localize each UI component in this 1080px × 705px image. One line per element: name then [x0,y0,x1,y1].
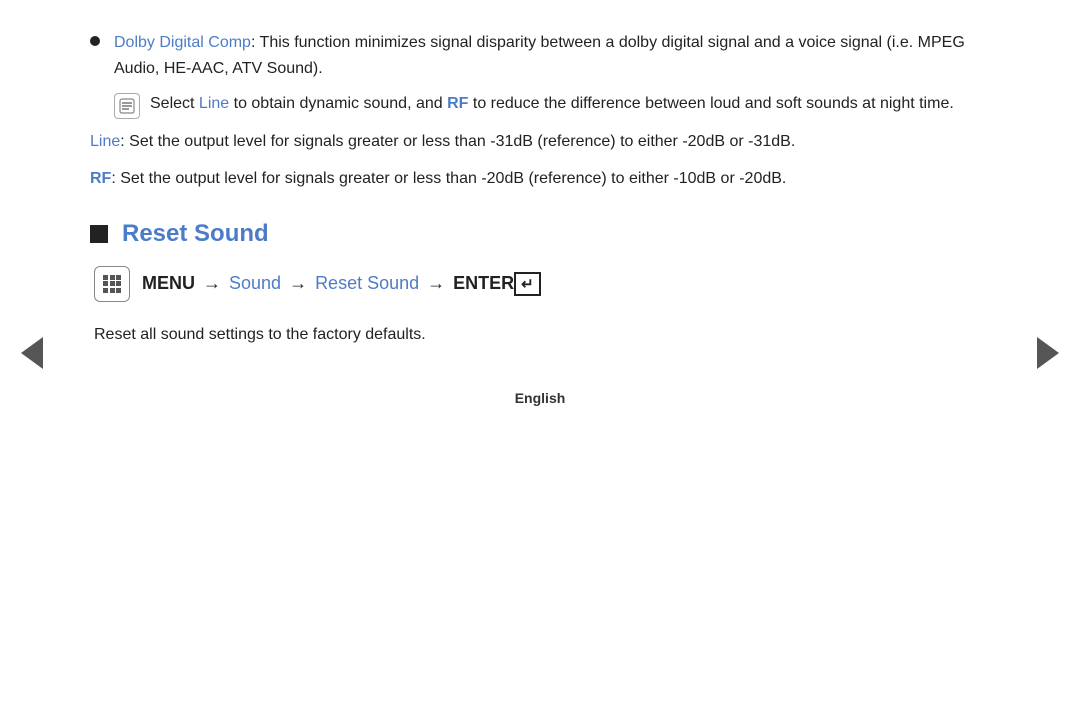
dolby-term: Dolby Digital Comp [114,34,251,51]
rf-label: RF [90,170,111,187]
reset-description: Reset all sound settings to the factory … [94,322,990,348]
bullet-dot [90,36,100,46]
note-block: Select Line to obtain dynamic sound, and… [114,91,990,119]
bullet-item: Dolby Digital Comp: This function minimi… [90,30,990,81]
enter-box: ↵ [514,272,541,296]
rf-info-paragraph: RF: Set the output level for signals gre… [90,166,990,192]
enter-label: ENTER↵ [453,272,541,296]
line-text: : Set the output level for signals great… [120,133,795,150]
section-square-icon [90,225,108,243]
menu-arrow-3: → [427,273,445,294]
menu-grid-icon [103,275,121,293]
note-middle: to obtain dynamic sound, and [229,95,447,112]
footer: English [0,378,1080,424]
note-end: to reduce the difference between loud an… [468,95,953,112]
note-rf-link: RF [447,95,468,112]
menu-arrow-2: → [289,273,307,294]
section-header: Reset Sound [90,220,990,248]
menu-path: MENU → Sound → Reset Sound → ENTER↵ [94,266,990,302]
note-line-link: Line [199,95,229,112]
note-icon [114,93,140,119]
menu-sound-link: Sound [229,273,281,294]
menu-icon [94,266,130,302]
menu-label: MENU [142,273,195,294]
main-content: Dolby Digital Comp: This function minimi… [0,0,1080,378]
rf-text: : Set the output level for signals great… [111,170,786,187]
pencil-icon [119,98,135,114]
menu-arrow-1: → [203,273,221,294]
menu-reset-sound-link: Reset Sound [315,273,419,294]
note-select: Select [150,95,199,112]
section-title: Reset Sound [122,220,269,248]
line-label: Line [90,133,120,150]
note-text: Select Line to obtain dynamic sound, and… [150,91,954,117]
bullet-section: Dolby Digital Comp: This function minimi… [90,30,990,192]
bullet-text: Dolby Digital Comp: This function minimi… [114,30,990,81]
line-info-paragraph: Line: Set the output level for signals g… [90,129,990,155]
enter-text: ENTER [453,273,514,293]
footer-language: English [515,390,566,406]
